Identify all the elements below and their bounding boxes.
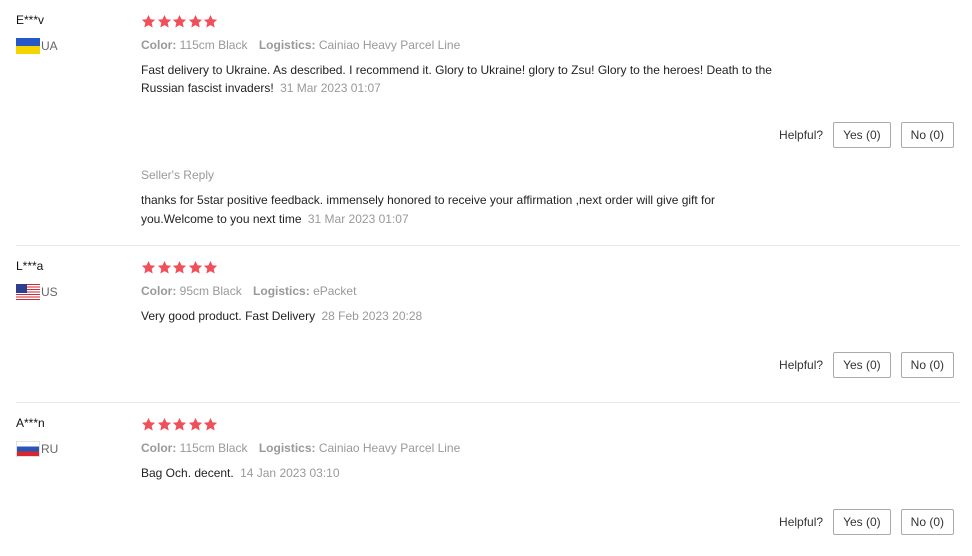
review-item: L***a US Color: 95cm Black Logistics: eP… — [0, 246, 972, 403]
reviewer-info: E***v UA — [16, 12, 126, 54]
review-text: Very good product. Fast Delivery 28 Feb … — [141, 307, 871, 325]
star-icon — [188, 260, 203, 275]
review-text-line: Very good product. Fast Delivery — [141, 309, 316, 323]
russia-flag-icon — [16, 441, 40, 457]
star-icon — [157, 260, 172, 275]
helpful-label: Helpful? — [779, 515, 824, 529]
review-content: Color: 115cm Black Logistics: Cainiao He… — [141, 12, 871, 97]
review-content: Color: 95cm Black Logistics: ePacket Ver… — [141, 258, 871, 325]
reviewer-country: RU — [16, 441, 126, 457]
reviewer-name: E***v — [16, 13, 45, 27]
star-icon — [141, 260, 156, 275]
reviewer-info: L***a US — [16, 258, 126, 300]
logistics-value: ePacket — [313, 284, 357, 298]
star-icon — [188, 14, 203, 29]
color-value: 115cm Black — [179, 38, 248, 52]
helpful-vote: Helpful? Yes (0) No (0) — [779, 352, 954, 378]
review-date: 31 Mar 2023 01:07 — [280, 81, 381, 95]
logistics-label: Logistics: — [258, 441, 316, 455]
seller-reply: Seller's Reply thanks for 5star positive… — [141, 167, 861, 229]
logistics-label: Logistics: — [258, 38, 316, 52]
review-date: 14 Jan 2023 03:10 — [240, 466, 340, 480]
seller-reply-text: thanks for 5star positive feedback. imme… — [141, 191, 861, 229]
reviewer-name: L***a — [16, 259, 44, 273]
review-attributes: Color: 115cm Black Logistics: Cainiao He… — [141, 440, 871, 456]
helpful-no-button[interactable]: No (0) — [900, 509, 954, 535]
color-label: Color: — [141, 284, 177, 298]
star-icon — [203, 14, 218, 29]
ukraine-flag-icon — [16, 38, 40, 54]
star-icon — [141, 417, 156, 432]
color-label: Color: — [141, 441, 177, 455]
star-icon — [203, 260, 218, 275]
country-code: RU — [41, 442, 59, 456]
seller-reply-line: thanks for 5star positive feedback. imme… — [141, 193, 716, 207]
helpful-no-button[interactable]: No (0) — [900, 352, 954, 378]
country-code: UA — [41, 39, 58, 53]
color-label: Color: — [141, 38, 177, 52]
star-icon — [157, 417, 172, 432]
helpful-yes-button[interactable]: Yes (0) — [833, 352, 891, 378]
review-date: 28 Feb 2023 20:28 — [321, 309, 423, 323]
reviewer-country: UA — [16, 38, 126, 54]
helpful-vote: Helpful? Yes (0) No (0) — [779, 122, 954, 148]
color-value: 95cm Black — [179, 284, 242, 298]
star-icon — [172, 417, 187, 432]
helpful-yes-button[interactable]: Yes (0) — [833, 509, 891, 535]
review-content: Color: 115cm Black Logistics: Cainiao He… — [141, 415, 871, 482]
review-attributes: Color: 115cm Black Logistics: Cainiao He… — [141, 37, 871, 53]
review-text-line: Fast delivery to Ukraine. As described. … — [141, 63, 772, 77]
review-item: E***v UA Color: 115cm Black Logistics: C… — [0, 0, 972, 246]
reviewer-info: A***n RU — [16, 415, 126, 457]
helpful-vote: Helpful? Yes (0) No (0) — [779, 509, 954, 535]
helpful-yes-button[interactable]: Yes (0) — [833, 122, 891, 148]
seller-reply-title: Seller's Reply — [141, 168, 214, 182]
review-item: A***n RU Color: 115cm Black Logistics: C… — [0, 403, 972, 556]
review-text: Fast delivery to Ukraine. As described. … — [141, 61, 871, 97]
helpful-no-button[interactable]: No (0) — [900, 122, 954, 148]
reviewer-country: US — [16, 284, 126, 300]
color-value: 115cm Black — [179, 441, 248, 455]
star-icon — [188, 417, 203, 432]
usa-flag-icon — [16, 284, 40, 300]
review-text: Bag Och. decent. 14 Jan 2023 03:10 — [141, 464, 871, 482]
star-rating — [141, 12, 871, 30]
logistics-value: Cainiao Heavy Parcel Line — [318, 441, 461, 455]
star-icon — [172, 260, 187, 275]
star-rating — [141, 258, 871, 276]
star-icon — [203, 417, 218, 432]
star-icon — [157, 14, 172, 29]
star-rating — [141, 415, 871, 433]
logistics-label: Logistics: — [253, 284, 310, 298]
review-text-line: Bag Och. decent. — [141, 466, 234, 480]
reviewer-name: A***n — [16, 416, 45, 430]
star-icon — [141, 14, 156, 29]
seller-reply-line: you.Welcome to you next time — [141, 212, 302, 226]
seller-reply-date: 31 Mar 2023 01:07 — [307, 212, 409, 226]
logistics-value: Cainiao Heavy Parcel Line — [318, 38, 461, 52]
review-attributes: Color: 95cm Black Logistics: ePacket — [141, 283, 871, 299]
star-icon — [172, 14, 187, 29]
country-code: US — [41, 285, 58, 299]
helpful-label: Helpful? — [779, 128, 824, 142]
helpful-label: Helpful? — [779, 358, 824, 372]
review-text-line: Russian fascist invaders! — [141, 81, 274, 95]
